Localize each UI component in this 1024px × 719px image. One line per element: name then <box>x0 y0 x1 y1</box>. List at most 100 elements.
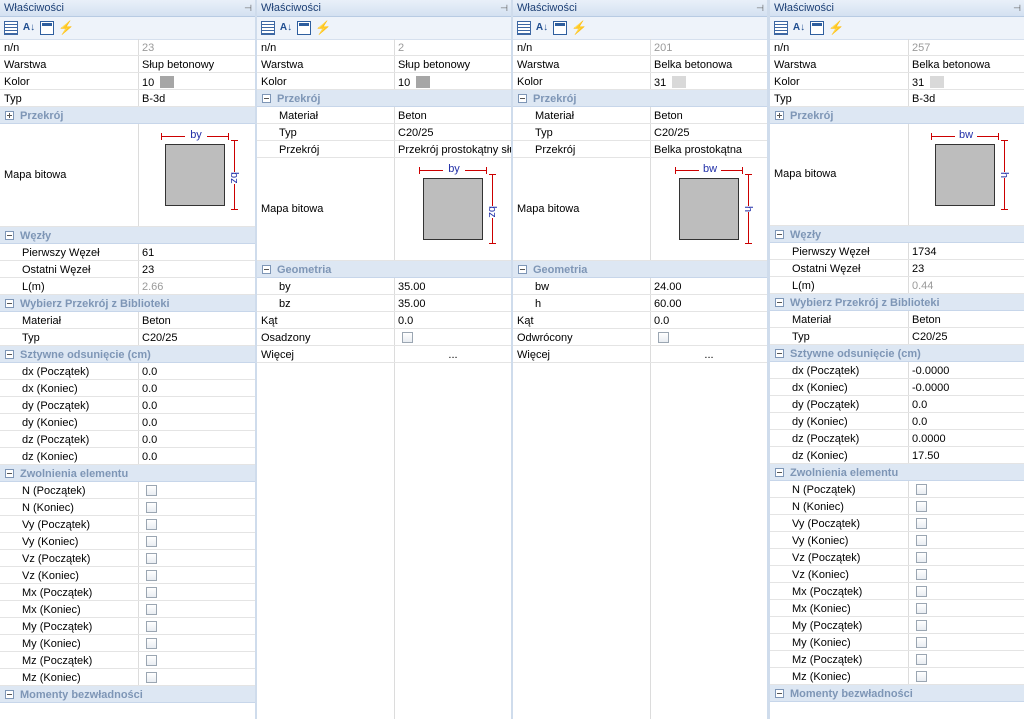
property-row[interactable]: Przekrój Przekrój prostokątny słu <box>257 141 511 158</box>
property-value[interactable] <box>908 617 1024 633</box>
checkbox[interactable] <box>916 535 927 546</box>
property-value[interactable] <box>138 482 255 498</box>
property-row[interactable]: Materiał Beton <box>513 107 767 124</box>
property-row[interactable]: Mapa bitowa bw h <box>513 158 767 261</box>
property-pages-icon[interactable] <box>297 21 311 35</box>
collapse-icon[interactable] <box>518 94 527 103</box>
property-value[interactable]: 61 <box>138 244 255 260</box>
property-value[interactable]: Przekrój prostokątny słu <box>394 141 511 157</box>
property-value[interactable] <box>138 584 255 600</box>
property-row[interactable]: Przekrój Belka prostokątna <box>513 141 767 158</box>
property-value[interactable]: 2.66 <box>138 278 255 294</box>
property-value[interactable]: C20/25 <box>908 328 1024 344</box>
collapse-icon[interactable] <box>5 690 14 699</box>
property-pages-icon[interactable] <box>553 21 567 35</box>
property-value[interactable] <box>908 600 1024 616</box>
property-row[interactable]: Więcej... <box>513 346 767 363</box>
pin-icon[interactable]: ⊣ <box>756 0 764 16</box>
category-header[interactable]: Przekrój <box>513 90 767 107</box>
property-value[interactable]: 10 <box>138 73 255 89</box>
property-row[interactable]: dy (Początek) 0.0 <box>770 396 1024 413</box>
property-value[interactable]: Beton <box>394 107 511 123</box>
category-header[interactable]: Zwolnienia elementu <box>0 465 255 482</box>
property-value[interactable] <box>908 481 1024 497</box>
property-value[interactable]: 0.0 <box>650 312 767 328</box>
property-value[interactable] <box>138 652 255 668</box>
property-row[interactable]: Kolor 10 <box>0 73 255 90</box>
property-value[interactable]: Beton <box>650 107 767 123</box>
property-row[interactable]: Vy (Koniec) <box>770 532 1024 549</box>
checkbox[interactable] <box>658 332 669 343</box>
property-row[interactable]: N (Początek) <box>0 482 255 499</box>
checkbox[interactable] <box>916 654 927 665</box>
property-row[interactable]: Typ C20/25 <box>257 124 511 141</box>
property-row[interactable]: Typ B-3d <box>0 90 255 107</box>
property-value[interactable] <box>138 669 255 685</box>
collapse-icon[interactable] <box>775 689 784 698</box>
checkbox[interactable] <box>146 570 157 581</box>
property-value[interactable]: 35.00 <box>394 278 511 294</box>
property-row[interactable]: bw 24.00 <box>513 278 767 295</box>
category-header[interactable]: Przekrój <box>0 107 255 124</box>
property-value[interactable]: 23 <box>138 261 255 277</box>
property-row[interactable]: My (Początek) <box>0 618 255 635</box>
property-value[interactable]: 0.0 <box>908 396 1024 412</box>
pin-icon[interactable]: ⊣ <box>1013 0 1021 16</box>
property-value[interactable]: 2 <box>394 39 511 55</box>
property-value[interactable] <box>138 516 255 532</box>
property-value[interactable] <box>908 668 1024 684</box>
property-row[interactable]: Vy (Początek) <box>0 516 255 533</box>
category-header[interactable]: Zwolnienia elementu <box>770 464 1024 481</box>
property-row[interactable]: Typ B-3d <box>770 90 1024 107</box>
property-value[interactable] <box>138 550 255 566</box>
sort-alphabetical-icon[interactable]: A↓ <box>535 21 549 35</box>
property-value[interactable]: 0.0 <box>138 363 255 379</box>
collapse-icon[interactable] <box>775 349 784 358</box>
more-button[interactable]: ... <box>395 349 511 361</box>
checkbox[interactable] <box>146 638 157 649</box>
property-value[interactable] <box>138 533 255 549</box>
property-value[interactable]: 24.00 <box>650 278 767 294</box>
property-row[interactable]: My (Początek) <box>770 617 1024 634</box>
checkbox[interactable] <box>916 620 927 631</box>
property-value[interactable]: ... <box>650 346 767 362</box>
property-row[interactable]: n/n 257 <box>770 39 1024 56</box>
property-row[interactable]: Ostatni Węzeł 23 <box>770 260 1024 277</box>
property-row[interactable]: n/n 2 <box>257 39 511 56</box>
property-value[interactable]: 0.0 <box>138 448 255 464</box>
property-row[interactable]: dz (Koniec) 17.50 <box>770 447 1024 464</box>
sort-alphabetical-icon[interactable]: A↓ <box>22 21 36 35</box>
property-value[interactable]: C20/25 <box>394 124 511 140</box>
property-row[interactable]: dx (Koniec) 0.0 <box>0 380 255 397</box>
property-row[interactable]: Mx (Początek) <box>770 583 1024 600</box>
collapse-icon[interactable] <box>5 350 14 359</box>
property-row[interactable]: L(m) 2.66 <box>0 278 255 295</box>
property-row[interactable]: dx (Początek) 0.0 <box>0 363 255 380</box>
category-header[interactable]: Geometria <box>257 261 511 278</box>
property-row[interactable]: Warstwa Belka betonowa <box>513 56 767 73</box>
collapse-icon[interactable] <box>5 231 14 240</box>
category-header[interactable]: Węzły <box>770 226 1024 243</box>
property-row[interactable]: h 60.00 <box>513 295 767 312</box>
property-value[interactable] <box>908 566 1024 582</box>
category-header[interactable]: Sztywne odsunięcie (cm) <box>0 346 255 363</box>
checkbox[interactable] <box>916 484 927 495</box>
events-icon[interactable]: ⚡ <box>571 21 587 35</box>
events-icon[interactable]: ⚡ <box>315 21 331 35</box>
property-value[interactable]: 23 <box>908 260 1024 276</box>
sort-alphabetical-icon[interactable]: A↓ <box>279 21 293 35</box>
property-row[interactable]: Kąt 0.0 <box>513 312 767 329</box>
checkbox[interactable] <box>916 671 927 682</box>
property-row[interactable]: Warstwa Słup betonowy <box>0 56 255 73</box>
property-row[interactable]: Osadzony <box>257 329 511 346</box>
checkbox[interactable] <box>146 672 157 683</box>
property-row[interactable]: Mz (Początek) <box>770 651 1024 668</box>
categorized-view-icon[interactable] <box>774 21 788 35</box>
property-value[interactable]: 31 <box>650 73 767 89</box>
checkbox[interactable] <box>916 569 927 580</box>
property-value[interactable] <box>138 499 255 515</box>
more-button[interactable]: ... <box>651 349 767 361</box>
property-value[interactable]: 201 <box>650 39 767 55</box>
property-row[interactable]: N (Koniec) <box>770 498 1024 515</box>
property-value[interactable]: B-3d <box>908 90 1024 106</box>
